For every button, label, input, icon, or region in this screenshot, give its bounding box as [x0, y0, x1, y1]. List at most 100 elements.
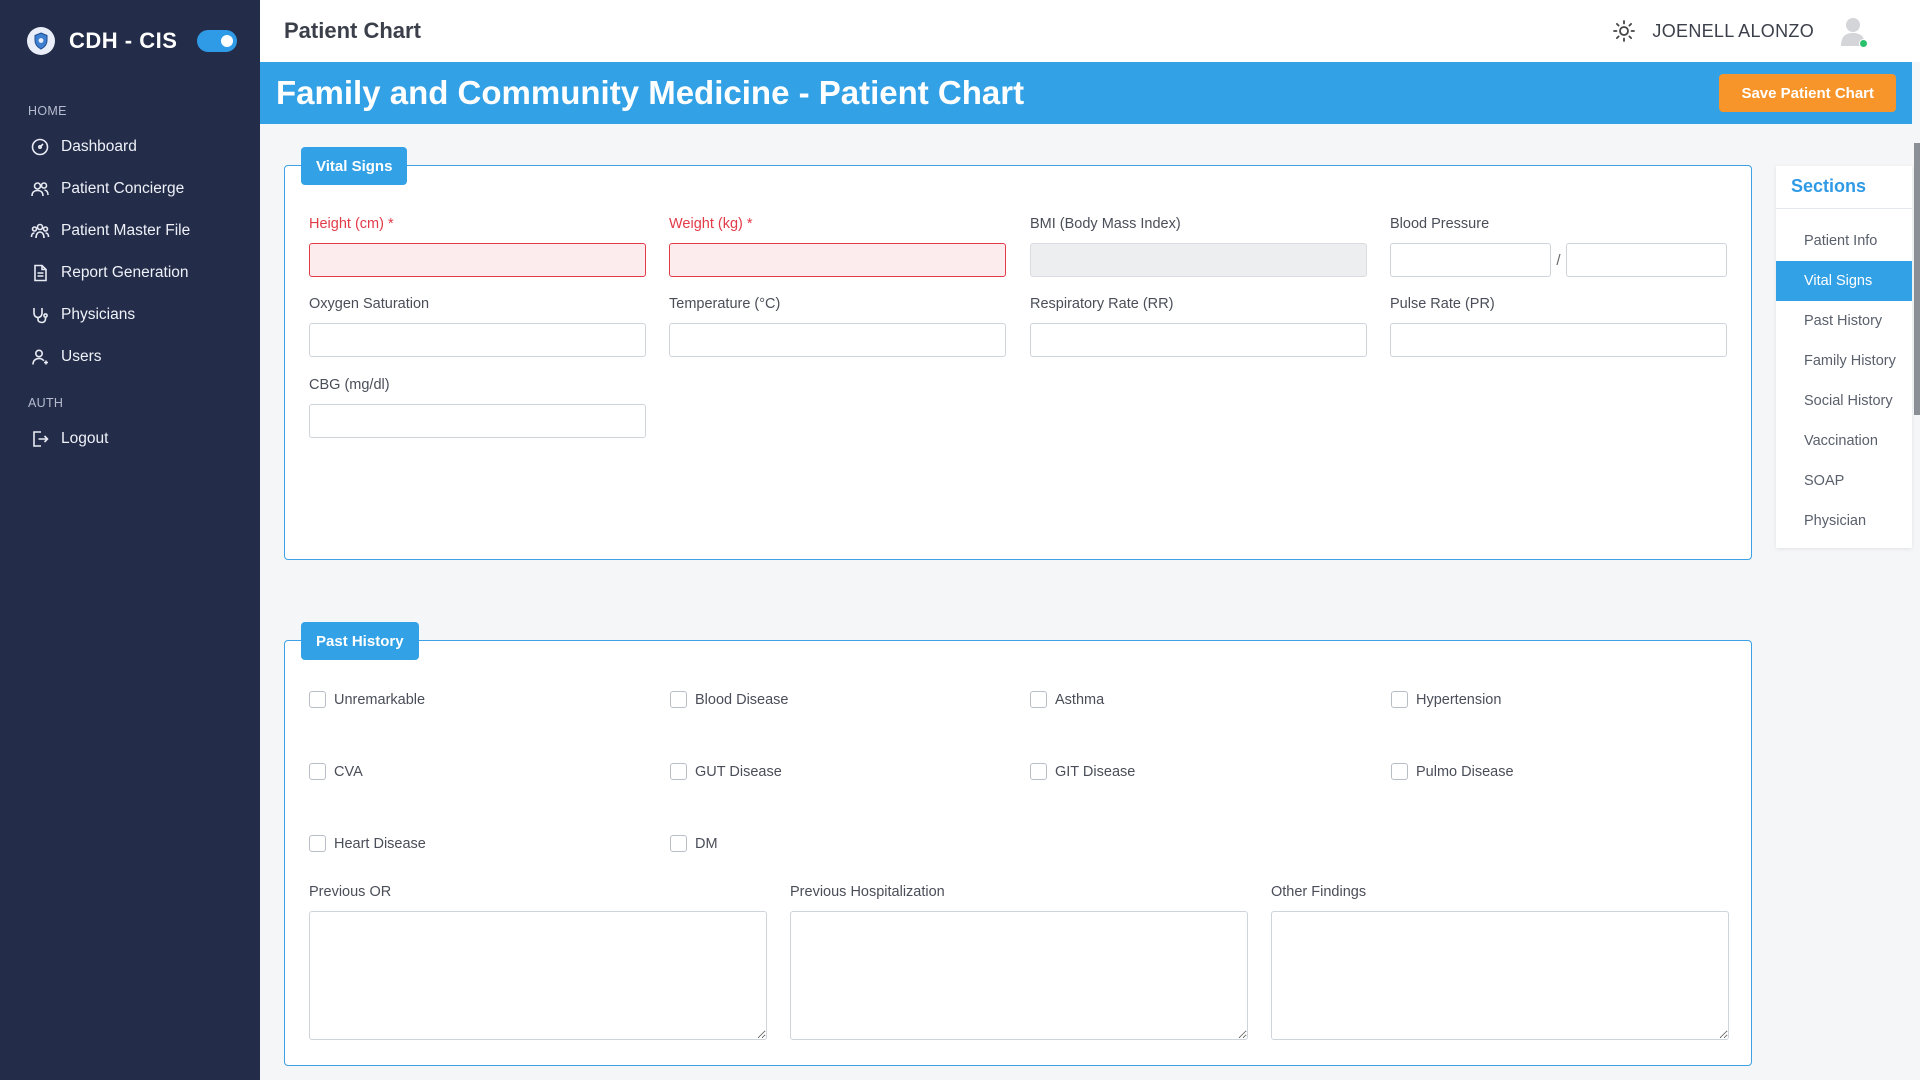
- checkbox-git-disease[interactable]: GIT Disease: [1030, 763, 1135, 780]
- nav-header-auth: AUTH: [28, 396, 64, 410]
- sidebar-item-patient-concierge[interactable]: Patient Concierge: [0, 168, 260, 210]
- section-link-physician[interactable]: Physician: [1776, 501, 1912, 541]
- document-icon: [34, 264, 47, 282]
- user-name[interactable]: JOENELL ALONZO: [1652, 21, 1814, 42]
- sidebar-item-label: Patient Concierge: [61, 180, 185, 197]
- past-history-tag: Past History: [301, 622, 419, 660]
- topbar: Patient Chart JOENELL ALONZO: [260, 0, 1920, 62]
- sidebar-item-patient-master-file[interactable]: Patient Master File: [0, 210, 260, 252]
- section-link-vital-signs[interactable]: Vital Signs: [1776, 261, 1912, 301]
- sidebar-item-label: Report Generation: [61, 264, 189, 281]
- cbg-field: CBG (mg/dl): [309, 377, 646, 438]
- cbg-input[interactable]: [309, 404, 646, 438]
- sidebar-item-logout[interactable]: Logout: [0, 418, 260, 460]
- sections-panel: Sections Patient Info Vital Signs Past H…: [1776, 166, 1912, 548]
- sidebar-item-dashboard[interactable]: Dashboard: [0, 126, 260, 168]
- previous-hospitalization-label: Previous Hospitalization: [790, 884, 945, 900]
- blood-pressure-field: Blood Pressure /: [1390, 216, 1727, 277]
- bmi-input: [1030, 243, 1367, 277]
- weight-input[interactable]: [669, 243, 1006, 277]
- height-field: Height (cm) *: [309, 216, 646, 277]
- avatar[interactable]: [1836, 14, 1870, 48]
- checkbox-box[interactable]: [309, 763, 326, 780]
- checkbox-box[interactable]: [1030, 691, 1047, 708]
- sidebar-item-label: Physicians: [61, 306, 136, 323]
- respiratory-rate-field: Respiratory Rate (RR): [1030, 296, 1367, 357]
- bmi-label: BMI (Body Mass Index): [1030, 216, 1181, 232]
- logout-icon: [33, 431, 49, 447]
- sidebar-item-physicians[interactable]: Physicians: [0, 294, 260, 336]
- checkbox-heart-disease[interactable]: Heart Disease: [309, 835, 426, 852]
- save-patient-chart-button[interactable]: Save Patient Chart: [1719, 74, 1896, 112]
- sidebar-item-report-generation[interactable]: Report Generation: [0, 252, 260, 294]
- height-input[interactable]: [309, 243, 646, 277]
- vital-signs-tag: Vital Signs: [301, 147, 408, 185]
- page-title: Patient Chart: [284, 18, 421, 43]
- sidebar-item-label: Patient Master File: [61, 222, 191, 239]
- section-link-past-history[interactable]: Past History: [1776, 301, 1912, 341]
- height-label: Height (cm) *: [309, 216, 394, 232]
- sidebar-toggle[interactable]: [197, 30, 238, 52]
- checkbox-box[interactable]: [670, 835, 687, 852]
- cbg-label: CBG (mg/dl): [309, 377, 390, 393]
- page-banner: Family and Community Medicine - Patient …: [260, 62, 1912, 124]
- sidebar-item-users[interactable]: Users: [0, 336, 260, 378]
- checkbox-unremarkable[interactable]: Unremarkable: [309, 691, 425, 708]
- sections-title: Sections: [1791, 176, 1867, 196]
- sun-icon[interactable]: [1612, 19, 1636, 43]
- checkbox-gut-disease[interactable]: GUT Disease: [670, 763, 782, 780]
- oxygen-input[interactable]: [309, 323, 646, 357]
- checkbox-box[interactable]: [309, 835, 326, 852]
- previous-hospitalization-field: Previous Hospitalization: [790, 884, 1248, 1040]
- vital-signs-card: Vital Signs Height (cm) * Weight (kg) * BM…: [284, 147, 1752, 560]
- temperature-input[interactable]: [669, 323, 1006, 357]
- brand-name: CDH - CIS: [69, 28, 178, 53]
- stethoscope-icon: [33, 308, 48, 324]
- previous-or-textarea[interactable]: [309, 911, 767, 1040]
- pulse-rate-label: Pulse Rate (PR): [1390, 296, 1495, 312]
- section-link-family-history[interactable]: Family History: [1776, 341, 1912, 381]
- scrollbar[interactable]: [1914, 143, 1920, 415]
- checkbox-box[interactable]: [1391, 763, 1408, 780]
- checkbox-box[interactable]: [1391, 691, 1408, 708]
- section-link-social-history[interactable]: Social History: [1776, 381, 1912, 421]
- checkbox-asthma[interactable]: Asthma: [1030, 691, 1104, 708]
- other-findings-field: Other Findings: [1271, 884, 1729, 1040]
- shield-logo-icon: [27, 27, 55, 55]
- checkbox-cva[interactable]: CVA: [309, 763, 363, 780]
- checkbox-box[interactable]: [1030, 763, 1047, 780]
- nav-header-home: HOME: [28, 104, 67, 118]
- other-findings-label: Other Findings: [1271, 884, 1367, 900]
- section-link-patient-info[interactable]: Patient Info: [1776, 221, 1912, 261]
- sidebar-item-label: Users: [61, 348, 102, 365]
- pulse-rate-input[interactable]: [1390, 323, 1727, 357]
- checkbox-blood-disease[interactable]: Blood Disease: [670, 691, 789, 708]
- bp-separator: /: [1556, 251, 1561, 269]
- sections-divider: [1776, 208, 1912, 209]
- section-link-soap[interactable]: SOAP: [1776, 461, 1912, 501]
- sidebar-item-label: Logout: [61, 430, 109, 447]
- respiratory-rate-input[interactable]: [1030, 323, 1367, 357]
- sidebar: CDH - CIS HOME Dashboard Patient Concier…: [0, 0, 260, 1080]
- group-icon: [30, 223, 50, 239]
- section-link-vaccination[interactable]: Vaccination: [1776, 421, 1912, 461]
- dashboard-icon: [31, 138, 49, 156]
- other-findings-textarea[interactable]: [1271, 911, 1729, 1040]
- checkbox-hypertension[interactable]: Hypertension: [1391, 691, 1501, 708]
- oxygen-field: Oxygen Saturation: [309, 296, 646, 357]
- weight-label: Weight (kg) *: [669, 216, 753, 232]
- checkbox-box[interactable]: [670, 763, 687, 780]
- weight-field: Weight (kg) *: [669, 216, 1006, 277]
- checkbox-box[interactable]: [309, 691, 326, 708]
- sidebar-item-label: Dashboard: [61, 138, 137, 155]
- previous-hospitalization-textarea[interactable]: [790, 911, 1248, 1040]
- users-icon: [31, 182, 49, 197]
- checkbox-pulmo-disease[interactable]: Pulmo Disease: [1391, 763, 1514, 780]
- diastolic-input[interactable]: [1566, 243, 1727, 277]
- systolic-input[interactable]: [1390, 243, 1551, 277]
- checkbox-box[interactable]: [670, 691, 687, 708]
- banner-title: Family and Community Medicine - Patient …: [276, 74, 1025, 111]
- checkbox-dm[interactable]: DM: [670, 835, 718, 852]
- online-status-dot: [1859, 39, 1868, 48]
- temperature-field: Temperature (°C): [669, 296, 1006, 357]
